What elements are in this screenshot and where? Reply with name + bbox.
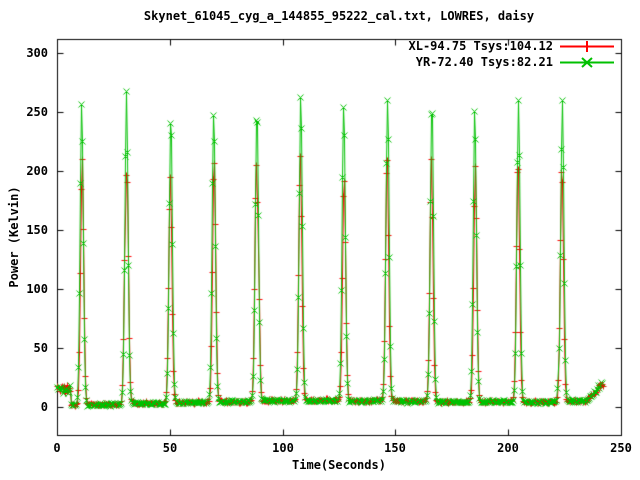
legend-label-xl: XL-94.75 Tsys:104.12 [408,39,554,53]
y-tick-label: 250 [26,105,48,119]
legend-row-xl: XL-94.75 Tsys:104.12 [408,38,614,54]
y-tick-label: 100 [26,282,48,296]
y-tick-label: 50 [33,341,48,355]
cross-marker-line-icon [560,56,614,68]
y-tick-label: 300 [26,46,48,60]
x-tick-label: 250 [610,441,632,455]
y-tick-label: 0 [40,400,48,414]
y-tick-label: 200 [26,164,48,178]
x-axis-label: Time(Seconds) [292,458,386,472]
y-axis-label: Power (Kelvin) [7,186,21,288]
x-tick-label: 50 [162,441,178,455]
chart-canvas [0,0,640,480]
legend-row-yr: YR-72.40 Tsys:82.21 [409,54,614,70]
gnuplot-window: Skynet_61045_cyg_a_144855_95222_cal.txt,… [0,0,640,480]
x-tick-label: 100 [272,441,294,455]
legend: XL-94.75 Tsys:104.12 YR-72.40 Tsys:82.21 [408,38,614,70]
y-tick-label: 150 [26,223,48,237]
x-tick-label: 0 [53,441,61,455]
x-tick-label: 200 [497,441,519,455]
chart-title: Skynet_61045_cyg_a_144855_95222_cal.txt,… [143,9,535,23]
x-tick-label: 150 [384,441,406,455]
legend-label-yr: YR-72.40 Tsys:82.21 [415,55,553,69]
plus-marker-line-icon [560,40,614,52]
